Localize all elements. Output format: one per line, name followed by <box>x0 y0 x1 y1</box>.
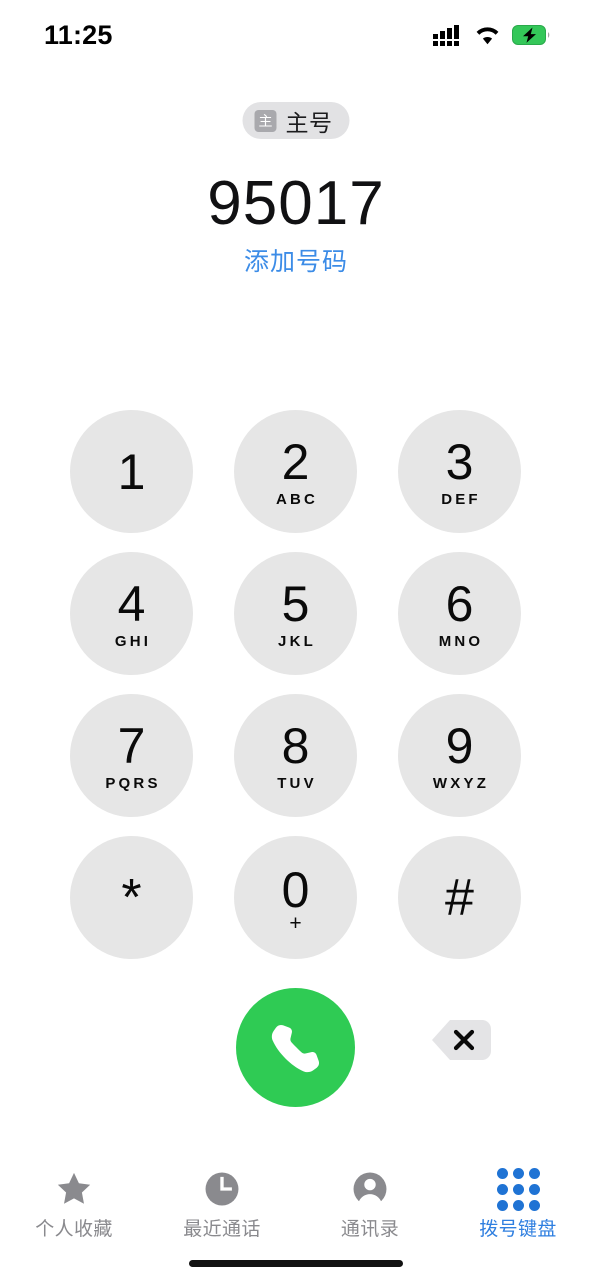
sim-line-label: 主号 <box>285 109 333 136</box>
dialpad-key-1[interactable]: 1 <box>70 410 193 533</box>
dialpad-key-9[interactable]: 9 WXYZ <box>398 694 521 817</box>
backspace-delete-icon <box>432 1020 491 1060</box>
clock-icon <box>203 1168 241 1210</box>
dialed-number-display: 95017 <box>207 169 385 238</box>
sim-card-icon: 主 <box>254 109 277 132</box>
dialpad-key-0[interactable]: 0 + <box>234 836 357 959</box>
battery-charging-icon <box>512 25 550 45</box>
delete-backspace-button[interactable] <box>430 1016 492 1064</box>
status-bar-indicators <box>433 24 550 46</box>
star-icon <box>54 1168 94 1210</box>
dialpad-key-letters: DEF <box>441 490 481 508</box>
dialpad-key-digit: 3 <box>445 433 474 490</box>
status-bar: 11:25 <box>0 0 592 66</box>
dialpad-key-digit: 4 <box>117 575 146 632</box>
tab-recents-label: 最近通话 <box>183 1219 261 1240</box>
dialpad-key-2[interactable]: 2 ABC <box>234 410 357 533</box>
dialpad-key-letters: WXYZ <box>432 774 490 792</box>
dialpad-key-letters: PQRS <box>105 774 161 792</box>
dialpad-key-letters: GHI <box>114 632 152 650</box>
dialpad-key-digit: 9 <box>445 717 474 774</box>
sim-line-badge[interactable]: 主 主号 <box>242 102 350 139</box>
tab-keypad[interactable]: 拨号键盘 <box>444 1160 592 1255</box>
dialpad-grid: 1 2 ABC 3 DEF 4 GHI 5 JKL 6 MNO 7 PQRS 8 TUV 9 WXYZ * 0 + # <box>70 410 522 959</box>
dialpad-key-digit: 0 <box>281 862 310 918</box>
call-button[interactable] <box>236 988 355 1107</box>
dialpad-key-digit: 6 <box>445 575 474 632</box>
dialpad-key-5[interactable]: 5 JKL <box>234 552 357 675</box>
dialpad-key-digit: * <box>121 868 142 927</box>
tab-recents[interactable]: 最近通话 <box>148 1160 296 1255</box>
dialpad-key-pound[interactable]: # <box>398 836 521 959</box>
dialpad-key-3[interactable]: 3 DEF <box>398 410 521 533</box>
phone-dialer-screen: 11:25 主 主号 95017 添加号码 1 2 ABC 3 DEF 4 GH… <box>0 0 592 1280</box>
home-indicator <box>189 1260 403 1267</box>
dialpad-key-digit: 7 <box>117 717 146 774</box>
tab-keypad-label: 拨号键盘 <box>479 1219 557 1240</box>
dialpad-key-star[interactable]: * <box>70 836 193 959</box>
tab-contacts-label: 通讯录 <box>340 1219 400 1240</box>
dialpad-key-7[interactable]: 7 PQRS <box>70 694 193 817</box>
dialpad-key-digit: 8 <box>281 717 310 774</box>
dialpad-key-letters: MNO <box>438 632 484 650</box>
phone-handset-icon <box>271 1024 319 1072</box>
dialpad-key-8[interactable]: 8 TUV <box>234 694 357 817</box>
tab-contacts[interactable]: 通讯录 <box>296 1160 444 1255</box>
dialpad-key-4[interactable]: 4 GHI <box>70 552 193 675</box>
dialpad-key-letters: ABC <box>275 490 319 508</box>
person-circle-icon <box>351 1168 389 1210</box>
cellular-signal-icon <box>433 24 459 46</box>
dialpad-key-digit: # <box>445 868 474 927</box>
dialpad-key-digit: 5 <box>281 575 310 632</box>
tab-favorites-label: 个人收藏 <box>35 1219 113 1240</box>
keypad-grid-icon <box>496 1167 540 1211</box>
bottom-tab-bar: 个人收藏 最近通话 通讯录 拨号键盘 <box>0 1160 592 1255</box>
wifi-icon <box>476 27 499 45</box>
status-bar-clock: 11:25 <box>44 19 113 50</box>
dialpad-key-letters: + <box>289 912 302 935</box>
add-number-link[interactable]: 添加号码 <box>0 242 592 278</box>
dialpad-key-digit: 1 <box>117 443 146 500</box>
dialpad-key-digit: 2 <box>281 433 310 490</box>
dialpad-key-letters: TUV <box>277 774 317 792</box>
dialpad-key-6[interactable]: 6 MNO <box>398 552 521 675</box>
tab-favorites[interactable]: 个人收藏 <box>0 1160 148 1255</box>
dialpad-key-letters: JKL <box>278 632 316 650</box>
